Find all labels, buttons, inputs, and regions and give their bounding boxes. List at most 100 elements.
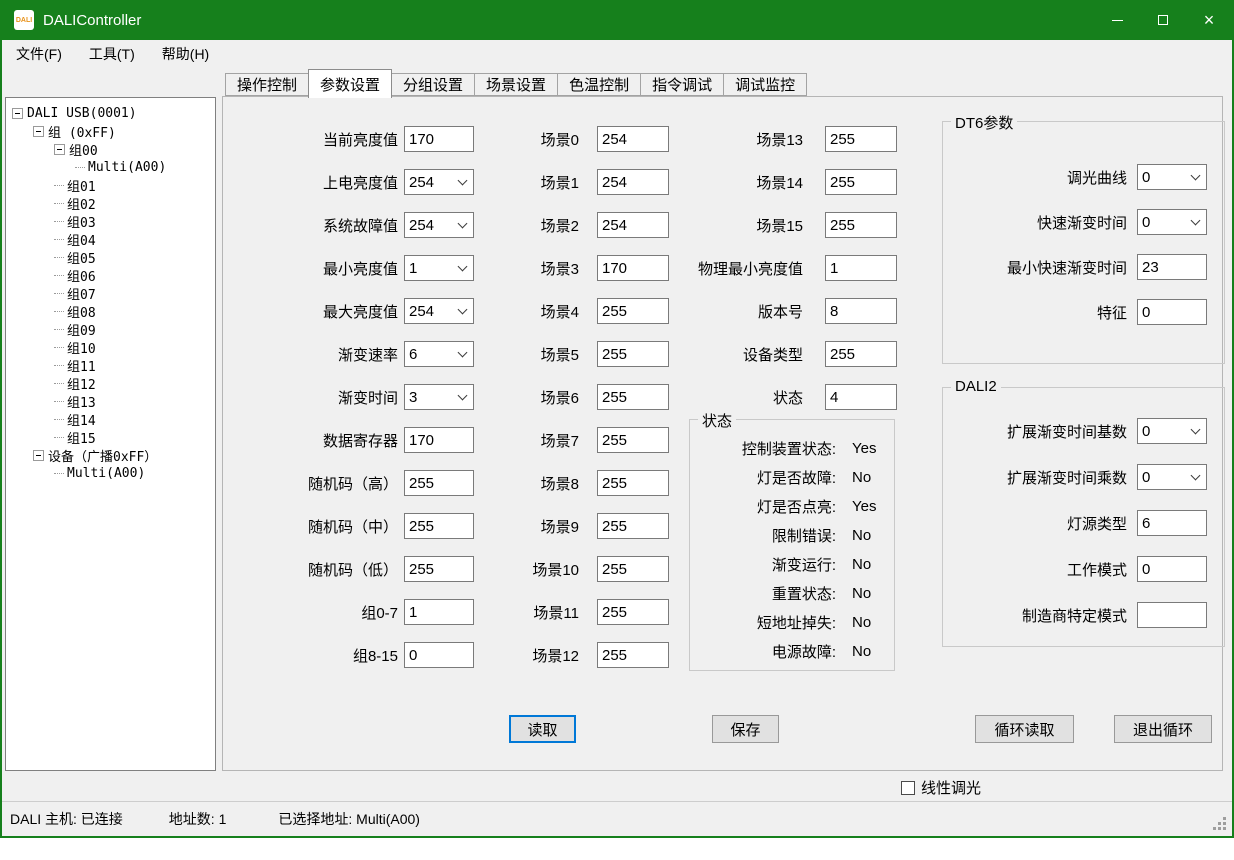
current-brightness-input[interactable] xyxy=(404,126,474,152)
tree-item-label[interactable]: 组12 xyxy=(67,374,96,393)
tree-item-label[interactable]: Multi(A00) xyxy=(67,466,145,481)
random-code-mid-input[interactable] xyxy=(404,513,474,539)
scene-12-input[interactable] xyxy=(597,642,669,668)
tree-item-label[interactable]: 组 (0xFF) xyxy=(48,122,116,141)
menu-tools[interactable]: 工具(T) xyxy=(89,44,135,64)
tab-group-setting[interactable]: 分组设置 xyxy=(391,73,475,96)
minimize-button[interactable] xyxy=(1094,0,1140,40)
manufacturer-mode-input[interactable] xyxy=(1137,602,1207,628)
tree-item-label[interactable]: DALI USB(0001) xyxy=(27,106,137,121)
tree-item-label[interactable]: 组15 xyxy=(67,428,96,447)
power-on-brightness-combobox[interactable]: 254 xyxy=(404,169,474,195)
scene-6-input[interactable] xyxy=(597,384,669,410)
fade-time-combobox[interactable]: 3 xyxy=(404,384,474,410)
physical-min-brightness-input[interactable] xyxy=(825,255,897,281)
scene-8-input[interactable] xyxy=(597,470,669,496)
field-label: 特征 xyxy=(943,302,1127,323)
scene-15-input[interactable] xyxy=(825,212,897,238)
min-brightness-combobox[interactable]: 1 xyxy=(404,255,474,281)
tree-item-label[interactable]: 组00 xyxy=(69,140,98,159)
data-register-input[interactable] xyxy=(404,427,474,453)
field-label: 场景3 xyxy=(477,258,579,279)
system-failure-combobox[interactable]: 254 xyxy=(404,212,474,238)
ext-fade-time-multiplier-combobox[interactable]: 0 xyxy=(1137,464,1207,490)
exit-loop-button[interactable]: 退出循环 xyxy=(1114,715,1212,743)
scene-1-input[interactable] xyxy=(597,169,669,195)
scene-11-input[interactable] xyxy=(597,599,669,625)
tree-item-label[interactable]: 组04 xyxy=(67,230,96,249)
field-label: 随机码（高） xyxy=(259,473,398,494)
loop-read-button[interactable]: 循环读取 xyxy=(975,715,1074,743)
tree-item-label[interactable]: 组02 xyxy=(67,194,96,213)
status-input[interactable] xyxy=(825,384,897,410)
fast-fade-time-combobox[interactable]: 0 xyxy=(1137,209,1207,235)
random-code-low-input[interactable] xyxy=(404,556,474,582)
tree-item-label[interactable]: Multi(A00) xyxy=(88,160,166,175)
read-button[interactable]: 读取 xyxy=(509,715,576,743)
collapse-icon[interactable] xyxy=(33,126,44,137)
save-button[interactable]: 保存 xyxy=(712,715,779,743)
max-brightness-combobox[interactable]: 254 xyxy=(404,298,474,324)
minimize-icon xyxy=(1112,20,1123,21)
scene-4-input[interactable] xyxy=(597,298,669,324)
light-source-type-input[interactable] xyxy=(1137,510,1207,536)
field-label: 场景5 xyxy=(477,344,579,365)
operating-mode-input[interactable] xyxy=(1137,556,1207,582)
fade-rate-combobox[interactable]: 6 xyxy=(404,341,474,367)
menu-help[interactable]: 帮助(H) xyxy=(162,44,209,64)
tree-item-label[interactable]: 组13 xyxy=(67,392,96,411)
scene-13-input[interactable] xyxy=(825,126,897,152)
tree-item-label[interactable]: 组09 xyxy=(67,320,96,339)
tree-item-label[interactable]: 组14 xyxy=(67,410,96,429)
device-type-input[interactable] xyxy=(825,341,897,367)
version-input[interactable] xyxy=(825,298,897,324)
tree-item-label[interactable]: 组05 xyxy=(67,248,96,267)
scene-10-input[interactable] xyxy=(597,556,669,582)
tree-item-label[interactable]: 组11 xyxy=(67,356,96,375)
form-row: 灯源类型 xyxy=(943,510,1224,536)
tree-item: 组07 xyxy=(6,284,215,302)
menu-file[interactable]: 文件(F) xyxy=(16,44,62,64)
tree-connector xyxy=(54,365,64,366)
scene-2-input[interactable] xyxy=(597,212,669,238)
tree-item-label[interactable]: 组08 xyxy=(67,302,96,321)
tree-item-label[interactable]: 组10 xyxy=(67,338,96,357)
features-input[interactable] xyxy=(1137,299,1207,325)
min-fast-fade-time-input[interactable] xyxy=(1137,254,1207,280)
ext-fade-time-base-combobox[interactable]: 0 xyxy=(1137,418,1207,444)
tree-item-label[interactable]: 组06 xyxy=(67,266,96,285)
tab-debug-monitor[interactable]: 调试监控 xyxy=(723,73,807,96)
collapse-icon[interactable] xyxy=(12,108,23,119)
close-button[interactable]: × xyxy=(1186,0,1232,40)
scene-3-input[interactable] xyxy=(597,255,669,281)
tree-item-label[interactable]: 设备（广播0xFF） xyxy=(48,446,157,465)
tab-operation-control[interactable]: 操作控制 xyxy=(225,73,309,96)
scene-5-input[interactable] xyxy=(597,341,669,367)
dimming-curve-combobox[interactable]: 0 xyxy=(1137,164,1207,190)
scene-0-input[interactable] xyxy=(597,126,669,152)
collapse-icon[interactable] xyxy=(54,144,65,155)
tree-connector xyxy=(54,437,64,438)
resize-grip-icon[interactable] xyxy=(1223,827,1226,830)
tree-connector xyxy=(54,275,64,276)
form-row: 最大亮度值254 xyxy=(259,298,474,324)
form-row: 场景11 xyxy=(477,599,669,625)
linear-dimming-checkbox[interactable] xyxy=(901,781,915,795)
scene-14-input[interactable] xyxy=(825,169,897,195)
status-value: No xyxy=(852,469,871,486)
scene-9-input[interactable] xyxy=(597,513,669,539)
collapse-icon[interactable] xyxy=(33,450,44,461)
group-8-15-input[interactable] xyxy=(404,642,474,668)
random-code-high-input[interactable] xyxy=(404,470,474,496)
group-0-7-input[interactable] xyxy=(404,599,474,625)
tree-item-label[interactable]: 组03 xyxy=(67,212,96,231)
tree-item-label[interactable]: 组01 xyxy=(67,176,96,195)
tab-parameter-setting[interactable]: 参数设置 xyxy=(308,69,392,98)
maximize-button[interactable] xyxy=(1140,0,1186,40)
tab-color-temp-control[interactable]: 色温控制 xyxy=(557,73,641,96)
tab-command-debug[interactable]: 指令调试 xyxy=(640,73,724,96)
tab-scene-setting[interactable]: 场景设置 xyxy=(474,73,558,96)
tree-item: 组00 xyxy=(6,140,215,158)
tree-item-label[interactable]: 组07 xyxy=(67,284,96,303)
scene-7-input[interactable] xyxy=(597,427,669,453)
